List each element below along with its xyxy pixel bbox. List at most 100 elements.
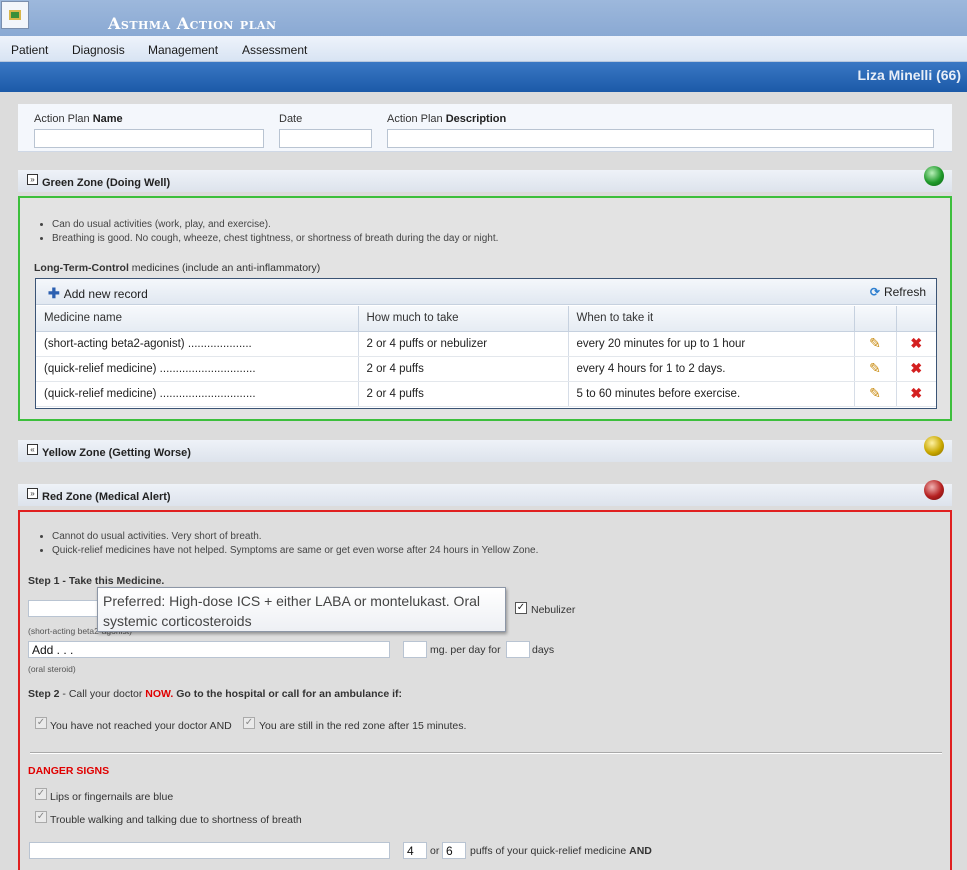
close-icon: ✖: [910, 385, 923, 401]
menu-management[interactable]: Management: [148, 43, 218, 57]
app-title: Asthma Action plan: [108, 14, 277, 33]
red-light-icon: [924, 480, 944, 500]
column-header[interactable]: Medicine name: [36, 306, 359, 332]
app-icon[interactable]: [1, 1, 29, 29]
table-header-row: Medicine name How much to take When to t…: [36, 306, 936, 332]
divider: [30, 752, 942, 754]
grid-toolbar: ✚ Add new record ⟳ Refresh: [36, 279, 936, 305]
when-cell: every 20 minutes for up to 1 hour: [568, 331, 855, 357]
edit-button[interactable]: ✎: [854, 356, 897, 382]
lips-blue-label: Lips or fingernails are blue: [50, 791, 174, 803]
oral-steroid-caption: (oral steroid): [28, 664, 76, 674]
patient-name: Liza Minelli (66): [857, 67, 961, 83]
days-input[interactable]: [506, 641, 530, 658]
refresh-icon: ⟳: [869, 285, 880, 299]
trouble-walking-checkbox[interactable]: ✓: [35, 811, 47, 823]
step2-label: Step 2 - Call your doctor NOW. Go to the…: [28, 688, 402, 700]
puffs-b-input[interactable]: [442, 842, 466, 859]
green-zone-bullets: Can do usual activities (work, play, and…: [52, 218, 498, 246]
yellow-zone-header: « Yellow Zone (Getting Worse): [18, 436, 952, 462]
menu-patient[interactable]: Patient: [11, 43, 48, 57]
edit-button[interactable]: ✎: [854, 381, 897, 407]
medicine-cell: (quick-relief medicine) ................…: [36, 356, 359, 382]
column-header[interactable]: How much to take: [358, 306, 569, 332]
puffs-or-label: or: [430, 845, 440, 857]
plan-description-input[interactable]: [387, 129, 934, 148]
delete-button[interactable]: ✖: [896, 381, 936, 407]
not-reached-label: You have not reached your doctor AND: [50, 720, 232, 732]
puffs-label: puffs of your quick-relief medicine AND: [470, 845, 652, 857]
list-item: Quick-relief medicines have not helped. …: [52, 544, 538, 558]
pencil-icon: ✎: [869, 335, 881, 351]
trouble-walking-label: Trouble walking and talking due to short…: [50, 814, 302, 826]
green-zone-panel: Can do usual activities (work, play, and…: [18, 196, 952, 421]
red-zone-header: » Red Zone (Medical Alert): [18, 480, 952, 506]
yellow-zone-title: Yellow Zone (Getting Worse): [42, 447, 191, 459]
ltc-label: Long-Term-Control medicines (include an …: [34, 262, 321, 274]
column-header[interactable]: When to take it: [568, 306, 855, 332]
lips-blue-checkbox[interactable]: ✓: [35, 788, 47, 800]
amount-cell: 2 or 4 puffs: [358, 381, 569, 407]
patient-bar: Liza Minelli (66): [0, 62, 967, 92]
amount-cell: 2 or 4 puffs or nebulizer: [358, 331, 569, 357]
list-item: Can do usual activities (work, play, and…: [52, 218, 498, 232]
green-light-icon: [924, 166, 944, 186]
close-icon: ✖: [910, 335, 923, 351]
not-reached-checkbox[interactable]: ✓: [35, 717, 47, 729]
nebulizer-label: Nebulizer: [531, 604, 576, 616]
menu-diagnosis[interactable]: Diagnosis: [72, 43, 125, 57]
step1-label: Step 1 - Take this Medicine.: [28, 575, 165, 587]
collapse-toggle-icon[interactable]: »: [27, 174, 38, 185]
table-row: (quick-relief medicine) ................…: [36, 381, 936, 407]
medicine-cell: (short-acting beta2-agonist) ...........…: [36, 331, 359, 357]
mg-input[interactable]: [403, 641, 427, 658]
plan-name-label: Action Plan Name: [34, 113, 123, 125]
when-cell: every 4 hours for 1 to 2 days.: [568, 356, 855, 382]
plan-name-input[interactable]: [34, 129, 264, 148]
red-zone-panel: Cannot do usual activities. Very short o…: [18, 510, 952, 870]
action-plan-header: Action Plan Name Date Action Plan Descri…: [18, 104, 952, 152]
table-row: (short-acting beta2-agonist) ...........…: [36, 331, 936, 357]
delete-button[interactable]: ✖: [896, 356, 936, 382]
days-label: days: [532, 644, 555, 656]
pencil-icon: ✎: [869, 385, 881, 401]
amount-cell: 2 or 4 puffs: [358, 356, 569, 382]
menu-assessment[interactable]: Assessment: [242, 43, 307, 57]
tooltip: Preferred: High-dose ICS + either LABA o…: [97, 587, 506, 632]
add-record-button[interactable]: ✚ Add new record: [48, 285, 148, 302]
list-item: Breathing is good. No cough, wheeze, che…: [52, 232, 498, 246]
yellow-light-icon: [924, 436, 944, 456]
date-input[interactable]: [279, 129, 372, 148]
beta-agonist-input[interactable]: [28, 600, 98, 617]
edit-button[interactable]: ✎: [854, 331, 897, 357]
plan-description-label: Action Plan Description: [387, 113, 507, 125]
table-row: (quick-relief medicine) ................…: [36, 356, 936, 382]
menu-bar: Patient Diagnosis Management Assessment: [0, 36, 967, 62]
collapse-toggle-icon[interactable]: »: [27, 488, 38, 499]
still-red-checkbox[interactable]: ✓: [243, 717, 255, 729]
close-icon: ✖: [910, 360, 923, 376]
title-bar: Asthma Action plan: [0, 0, 967, 36]
pencil-icon: ✎: [869, 360, 881, 376]
when-cell: 5 to 60 minutes before exercise.: [568, 381, 855, 407]
medicine-cell: (quick-relief medicine) ................…: [36, 381, 359, 407]
medicine-grid: ✚ Add new record ⟳ Refresh Medicine name H…: [35, 278, 937, 409]
delete-button[interactable]: ✖: [896, 331, 936, 357]
medicine-table: Medicine name How much to take When to t…: [36, 306, 936, 407]
still-red-label: You are still in the red zone after 15 m…: [259, 720, 467, 732]
green-zone-header: » Green Zone (Doing Well): [18, 166, 952, 192]
quick-relief-input[interactable]: [29, 842, 390, 859]
list-item: Cannot do usual activities. Very short o…: [52, 530, 538, 544]
red-zone-bullets: Cannot do usual activities. Very short o…: [52, 530, 538, 558]
expand-toggle-icon[interactable]: «: [27, 444, 38, 455]
nebulizer-checkbox[interactable]: ✓: [515, 602, 527, 614]
green-zone-title: Green Zone (Doing Well): [42, 177, 171, 189]
oral-steroid-input[interactable]: [28, 641, 390, 658]
danger-signs-title: DANGER SIGNS: [28, 765, 110, 777]
refresh-button[interactable]: ⟳ Refresh: [870, 285, 926, 299]
plus-icon: ✚: [48, 285, 60, 301]
date-label: Date: [279, 113, 303, 125]
puffs-a-input[interactable]: [403, 842, 427, 859]
red-zone-title: Red Zone (Medical Alert): [42, 491, 171, 503]
mg-label: mg. per day for: [430, 644, 501, 656]
